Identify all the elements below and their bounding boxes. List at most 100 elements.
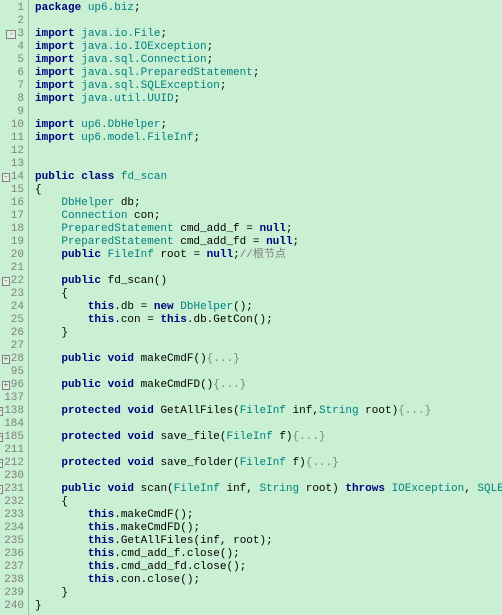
code-line: protected void GetAllFiles(FileInf inf,S… <box>35 405 502 418</box>
code-line: public void makeCmdF(){...} <box>35 353 502 366</box>
code-line: package up6.biz; <box>35 2 502 15</box>
code-line: PreparedStatement cmd_add_f = null; <box>35 223 502 236</box>
line-number: +212 <box>2 457 24 470</box>
line-number: 15 <box>2 184 24 197</box>
line-number: 232 <box>2 496 24 509</box>
code-line: import java.io.IOException; <box>35 41 502 54</box>
code-line <box>35 340 502 353</box>
code-line: this.makeCmdF(); <box>35 509 502 522</box>
line-number: 23 <box>2 288 24 301</box>
code-line: public void makeCmdFD(){...} <box>35 379 502 392</box>
code-line: { <box>35 288 502 301</box>
line-number: 234 <box>2 522 24 535</box>
fold-toggle-icon[interactable]: - <box>6 30 16 39</box>
line-number: +185 <box>2 431 24 444</box>
line-number: 13 <box>2 158 24 171</box>
line-number: 236 <box>2 548 24 561</box>
line-number: 26 <box>2 327 24 340</box>
line-number: 12 <box>2 145 24 158</box>
code-line: this.makeCmdFD(); <box>35 522 502 535</box>
code-line <box>35 470 502 483</box>
line-number: 240 <box>2 600 24 613</box>
line-number: 6 <box>2 67 24 80</box>
line-number: 233 <box>2 509 24 522</box>
code-line: import java.util.UUID; <box>35 93 502 106</box>
code-line: public class fd_scan <box>35 171 502 184</box>
line-number: -14 <box>2 171 24 184</box>
fold-toggle-icon[interactable]: + <box>0 433 3 442</box>
code-line <box>35 15 502 28</box>
line-number: 211 <box>2 444 24 457</box>
line-number: 5 <box>2 54 24 67</box>
line-number: 11 <box>2 132 24 145</box>
code-line: Connection con; <box>35 210 502 223</box>
line-number: 25 <box>2 314 24 327</box>
code-line <box>35 366 502 379</box>
code-line: } <box>35 587 502 600</box>
code-line: PreparedStatement cmd_add_fd = null; <box>35 236 502 249</box>
line-number: -22 <box>2 275 24 288</box>
line-number: +96 <box>2 379 24 392</box>
line-number: 27 <box>2 340 24 353</box>
line-number: 95 <box>2 366 24 379</box>
code-line: import up6.model.FileInf; <box>35 132 502 145</box>
code-line <box>35 444 502 457</box>
code-line: } <box>35 600 502 613</box>
code-line <box>35 106 502 119</box>
line-number: +28 <box>2 353 24 366</box>
code-line: this.con = this.db.GetCon(); <box>35 314 502 327</box>
fold-toggle-icon[interactable]: - <box>2 173 10 182</box>
fold-toggle-icon[interactable]: + <box>2 381 10 390</box>
line-number: +138 <box>2 405 24 418</box>
line-number-gutter: 1 2 -3 4 5 6 7 8 9 10 11 12 13 -14 15 16… <box>0 0 29 615</box>
line-number: -3 <box>2 28 24 41</box>
line-number: 184 <box>2 418 24 431</box>
line-number: 17 <box>2 210 24 223</box>
code-line <box>35 145 502 158</box>
code-line: DbHelper db; <box>35 197 502 210</box>
line-number: 9 <box>2 106 24 119</box>
code-line: { <box>35 496 502 509</box>
code-line: public void scan(FileInf inf, String roo… <box>35 483 502 496</box>
line-number: 230 <box>2 470 24 483</box>
fold-toggle-icon[interactable]: - <box>0 485 3 494</box>
code-area[interactable]: package up6.biz; import java.io.File; im… <box>29 0 502 615</box>
code-line: this.cmd_add_f.close(); <box>35 548 502 561</box>
code-line: this.GetAllFiles(inf, root); <box>35 535 502 548</box>
line-number: 238 <box>2 574 24 587</box>
code-line: { <box>35 184 502 197</box>
fold-toggle-icon[interactable]: + <box>0 407 3 416</box>
line-number: 239 <box>2 587 24 600</box>
code-editor: 1 2 -3 4 5 6 7 8 9 10 11 12 13 -14 15 16… <box>0 0 502 615</box>
line-number: 24 <box>2 301 24 314</box>
code-line <box>35 262 502 275</box>
code-line: protected void save_file(FileInf f){...} <box>35 431 502 444</box>
code-line: this.con.close(); <box>35 574 502 587</box>
line-number: 4 <box>2 41 24 54</box>
line-number: 16 <box>2 197 24 210</box>
line-number: 7 <box>2 80 24 93</box>
code-line: import java.sql.Connection; <box>35 54 502 67</box>
line-number: 10 <box>2 119 24 132</box>
code-line: import java.sql.PreparedStatement; <box>35 67 502 80</box>
line-number: 19 <box>2 236 24 249</box>
code-line: import java.sql.SQLException; <box>35 80 502 93</box>
code-line: this.db = new DbHelper(); <box>35 301 502 314</box>
line-number: 18 <box>2 223 24 236</box>
code-line: protected void save_folder(FileInf f){..… <box>35 457 502 470</box>
line-number: 235 <box>2 535 24 548</box>
line-number: -231 <box>2 483 24 496</box>
code-line <box>35 418 502 431</box>
code-line: public fd_scan() <box>35 275 502 288</box>
fold-toggle-icon[interactable]: + <box>0 459 3 468</box>
fold-toggle-icon[interactable]: - <box>2 277 10 286</box>
line-number: 1 <box>2 2 24 15</box>
code-line: import up6.DbHelper; <box>35 119 502 132</box>
line-number: 20 <box>2 249 24 262</box>
fold-toggle-icon[interactable]: + <box>2 355 10 364</box>
line-number: 137 <box>2 392 24 405</box>
code-line: import java.io.File; <box>35 28 502 41</box>
line-number: 8 <box>2 93 24 106</box>
code-line <box>35 392 502 405</box>
code-line: public FileInf root = null;//根节点 <box>35 249 502 262</box>
